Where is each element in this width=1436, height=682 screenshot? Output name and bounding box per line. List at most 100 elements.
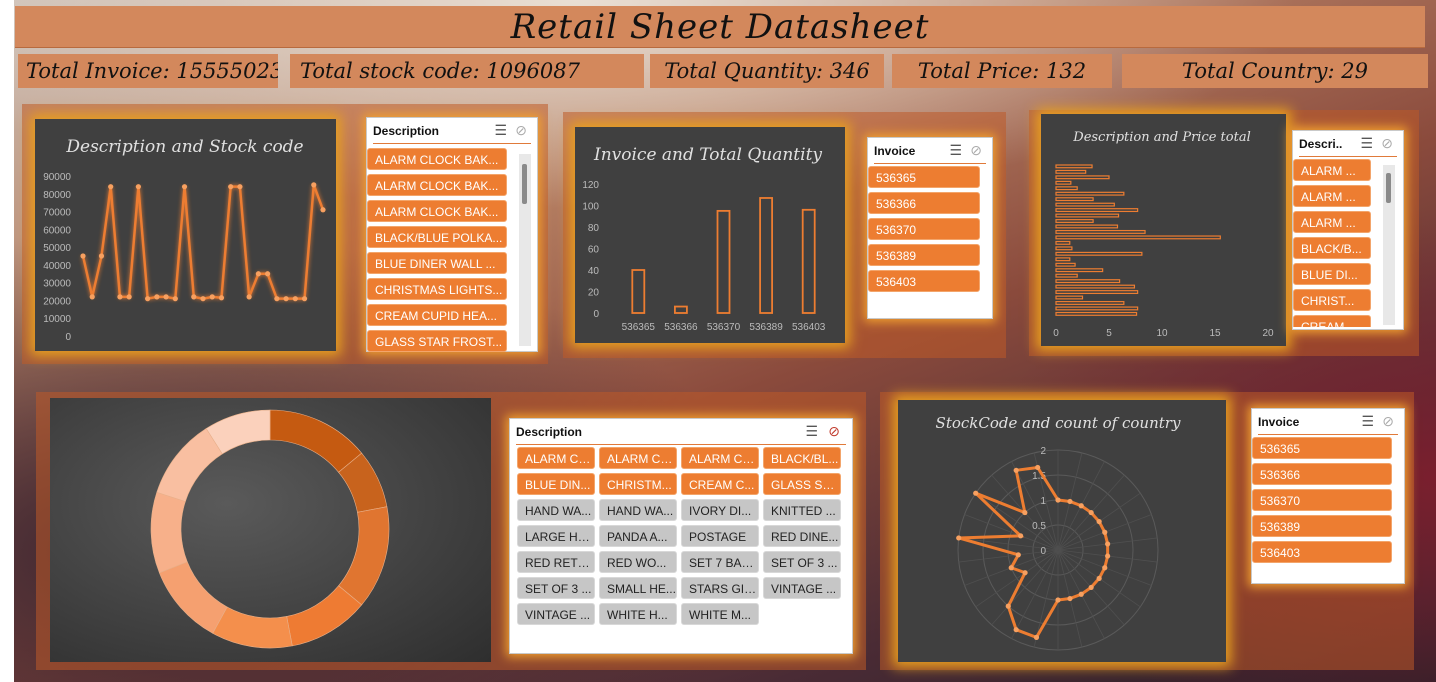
slicer-item[interactable]: CREAM C... xyxy=(681,473,759,495)
slicer-item[interactable]: PANDA A... xyxy=(599,525,677,547)
slicer-item[interactable]: 536365 xyxy=(1252,437,1392,459)
slicer-item[interactable]: KNITTED ... xyxy=(763,499,841,521)
slicer-scrollbar[interactable] xyxy=(1383,165,1395,325)
slicer-item[interactable]: CREAM ... xyxy=(1293,315,1371,327)
slicer-item[interactable]: VINTAGE ... xyxy=(763,577,841,599)
slicer-item[interactable]: ALARM CL... xyxy=(681,447,759,469)
slicer-item[interactable]: BLACK/B... xyxy=(1293,237,1371,259)
slicer-item[interactable]: 536370 xyxy=(868,218,980,240)
slicer-item[interactable]: 536389 xyxy=(1252,515,1392,537)
multi-select-icon[interactable]: ☰ xyxy=(494,122,507,139)
slicer-item[interactable]: 536366 xyxy=(868,192,980,214)
data-point xyxy=(154,294,160,300)
slicer-item[interactable]: SET 7 BAB... xyxy=(681,551,759,573)
description-slicer-3[interactable]: Description ☰ ⊘ ALARM CL... ALARM CL... AL… xyxy=(509,418,853,654)
slicer-item[interactable]: 536389 xyxy=(868,244,980,266)
slicer-item[interactable]: ALARM ... xyxy=(1293,185,1371,207)
clear-filter-icon[interactable]: ⊘ xyxy=(970,142,982,159)
invoice-slicer-2[interactable]: Invoice ☰ ⊘ 536365 536366 536370 536389 5364… xyxy=(1251,408,1405,584)
slicer-item[interactable]: BLUE DINER WALL ... xyxy=(367,252,507,274)
slicer-item[interactable]: SMALL HE... xyxy=(599,577,677,599)
slicer-item[interactable]: BLUE DI... xyxy=(1293,263,1371,285)
bar xyxy=(1055,273,1078,278)
slicer-item[interactable]: GLASS STAR FROST... xyxy=(367,330,507,352)
data-point xyxy=(255,271,261,277)
slicer-item[interactable]: GLASS STA... xyxy=(763,473,841,495)
slicer-item[interactable]: RED RETR... xyxy=(517,551,595,573)
data-point xyxy=(237,184,243,190)
data-point xyxy=(1102,565,1108,571)
bar xyxy=(1055,175,1110,180)
multi-select-icon[interactable]: ☰ xyxy=(805,423,818,440)
slicer-item[interactable]: 536403 xyxy=(868,270,980,292)
data-point xyxy=(145,296,151,302)
radar-axis-label: 0.5 xyxy=(1032,521,1046,532)
hbar-chart-title: Description and Price total xyxy=(1072,130,1250,145)
slicer-item[interactable]: WHITE M... xyxy=(681,603,759,625)
description-slicer-2[interactable]: Descri... ☰ ⊘ ALARM ... ALARM ... ALARM ..… xyxy=(1292,130,1404,330)
slicer-item[interactable]: WHITE H... xyxy=(599,603,677,625)
slicer-item[interactable]: VINTAGE ... xyxy=(517,603,595,625)
data-point xyxy=(311,182,317,188)
doughnut-slice xyxy=(158,561,228,634)
slicer-item[interactable]: 536403 xyxy=(1252,541,1392,563)
slicer-item[interactable]: ALARM CL... xyxy=(599,447,677,469)
slicer-item[interactable]: ALARM CLOCK BAK... xyxy=(367,174,507,196)
slicer-item[interactable]: POSTAGE xyxy=(681,525,759,547)
data-point xyxy=(973,490,979,496)
clear-filter-icon[interactable]: ⊘ xyxy=(515,122,527,139)
slicer-item[interactable]: ALARM ... xyxy=(1293,159,1371,181)
slicer-item[interactable]: 536365 xyxy=(868,166,980,188)
data-point xyxy=(301,296,308,302)
slicer-item[interactable]: CREAM CUPID HEA... xyxy=(367,304,507,326)
slicer-item[interactable]: BLUE DIN... xyxy=(517,473,595,495)
page-title: Retail Sheet Datasheet xyxy=(510,7,930,47)
slicer-item[interactable]: STARS GIF... xyxy=(681,577,759,599)
radar-axis-label: 1 xyxy=(1040,496,1046,507)
multi-select-icon[interactable]: ☰ xyxy=(1361,413,1374,430)
x-tick-label: 15 xyxy=(1209,328,1221,339)
slicer-item[interactable]: 536366 xyxy=(1252,463,1392,485)
description-slicer-1[interactable]: Description ☰ ⊘ ALARM CLOCK BAK... ALARM … xyxy=(366,117,538,352)
slicer-item[interactable]: 536370 xyxy=(1252,489,1392,511)
slicer-item[interactable]: ALARM ... xyxy=(1293,211,1371,233)
clear-filter-icon[interactable]: ⊘ xyxy=(828,423,840,440)
doughnut-slice xyxy=(150,491,188,574)
slicer-item[interactable]: RED DINE... xyxy=(763,525,841,547)
slicer-item[interactable]: IVORY DI... xyxy=(681,499,759,521)
x-tick-label: 0 xyxy=(1053,328,1059,339)
bar xyxy=(1055,306,1139,311)
data-point xyxy=(1067,498,1073,505)
slicer-title: Description xyxy=(373,124,440,138)
data-point xyxy=(246,294,252,300)
multi-select-icon[interactable]: ☰ xyxy=(949,142,962,159)
data-point xyxy=(1008,565,1014,571)
slicer-item[interactable]: ALARM CL... xyxy=(517,447,595,469)
clear-filter-icon[interactable]: ⊘ xyxy=(1382,413,1394,430)
slicer-scrollbar[interactable] xyxy=(519,154,531,346)
slicer-item[interactable]: RED WO... xyxy=(599,551,677,573)
slicer-item[interactable]: LARGE HE... xyxy=(517,525,595,547)
data-point xyxy=(1035,464,1041,471)
slicer-title: Description xyxy=(516,425,583,439)
slicer-item[interactable]: ALARM CLOCK BAK... xyxy=(367,200,507,222)
y-tick-label: 50000 xyxy=(43,243,71,254)
horizontal-bar-chart: Description and Price total 0 5 10 15 20 xyxy=(1041,114,1286,346)
slicer-item[interactable]: HAND WA... xyxy=(517,499,595,521)
slicer-item[interactable]: HAND WA... xyxy=(599,499,677,521)
line-chart-title: Description and Stock code xyxy=(65,137,303,157)
slicer-item[interactable]: BLACK/BLUE POLKA... xyxy=(367,226,507,248)
slicer-item[interactable]: CHRIST... xyxy=(1293,289,1371,311)
slicer-item[interactable]: ALARM CLOCK BAK... xyxy=(367,148,507,170)
left-margin xyxy=(0,0,14,682)
data-point xyxy=(1078,503,1084,509)
slicer-item[interactable]: CHRISTMAS LIGHTS... xyxy=(367,278,507,300)
bar xyxy=(1055,229,1146,234)
invoice-slicer-1[interactable]: Invoice ☰ ⊘ 536365 536366 536370 536389 5364… xyxy=(867,137,993,319)
doughnut-slice xyxy=(156,428,223,502)
slicer-item[interactable]: SET OF 3 ... xyxy=(517,577,595,599)
slicer-item[interactable]: BLACK/BL... xyxy=(763,447,841,469)
slicer-item[interactable]: SET OF 3 ... xyxy=(763,551,841,573)
data-point xyxy=(228,184,234,190)
slicer-item[interactable]: CHRISTM... xyxy=(599,473,677,495)
